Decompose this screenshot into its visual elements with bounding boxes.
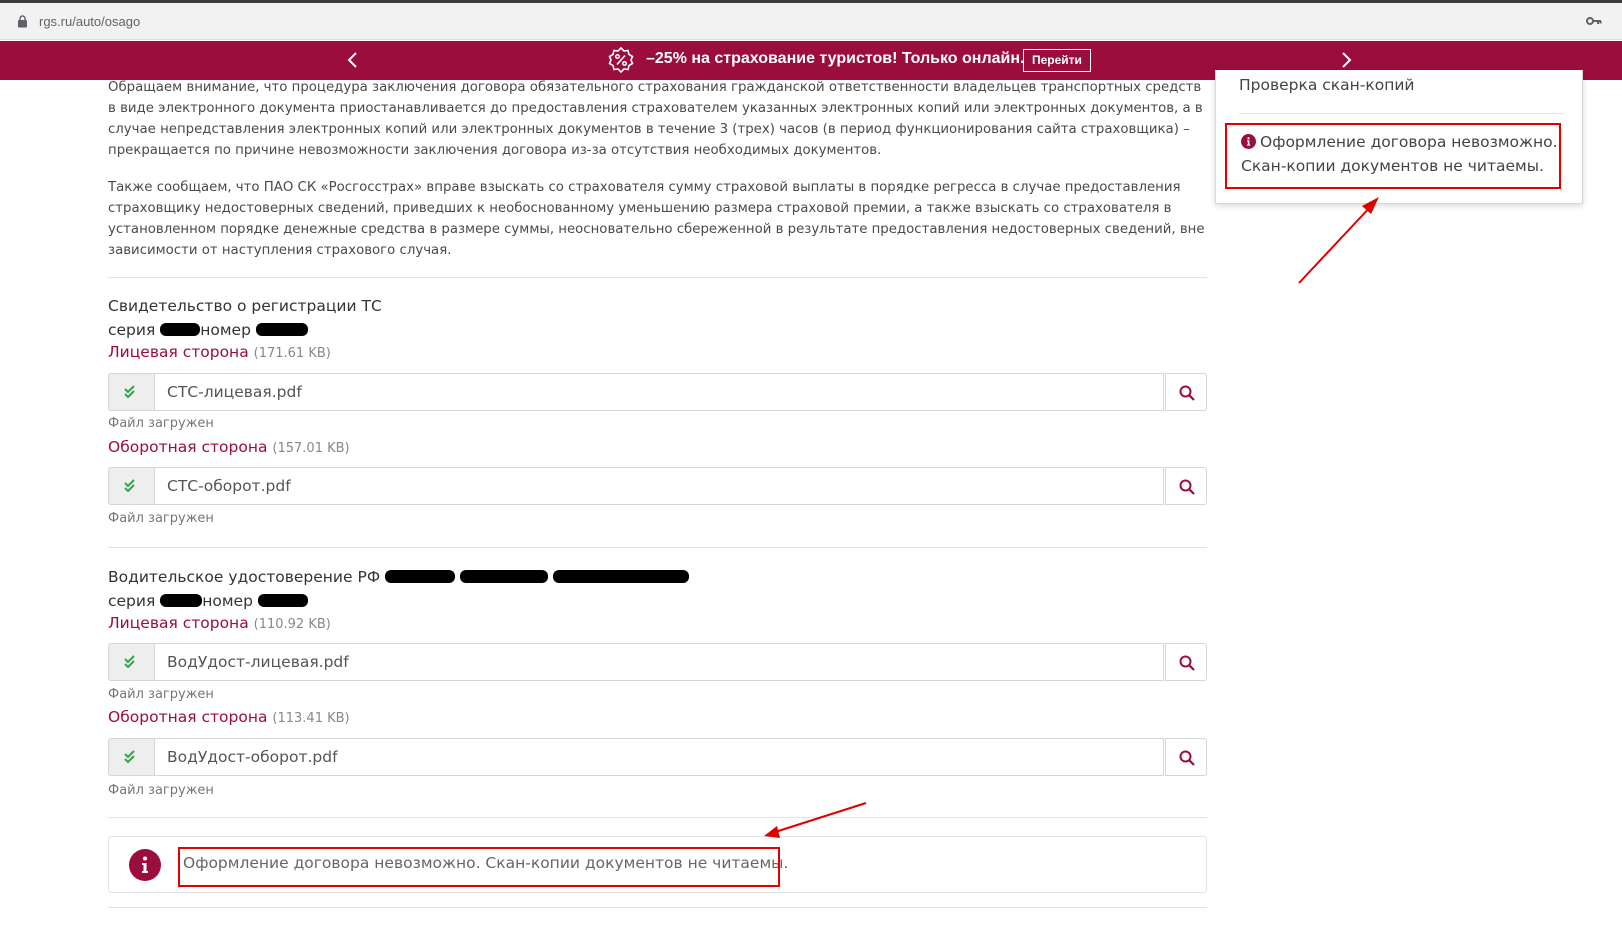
redacted-series xyxy=(160,323,201,336)
file-size: (157.01 KB) xyxy=(272,441,350,456)
back-side-link-sts[interactable]: Оборотная сторона (157.01 KB) xyxy=(108,438,350,456)
file-status: Файл загружен xyxy=(108,416,214,431)
file-row-license-back: ВодУдост-оборот.pdf xyxy=(108,738,1207,776)
file-uploaded-indicator xyxy=(108,467,154,505)
double-check-icon xyxy=(124,750,135,764)
file-name-field[interactable]: ВодУдост-оборот.pdf xyxy=(154,738,1164,776)
discount-badge-icon xyxy=(608,47,634,73)
file-row-sts-back: СТС-оборот.pdf xyxy=(108,467,1207,505)
document-title-text: Водительское удостоверение РФ xyxy=(108,568,381,586)
info-icon xyxy=(129,849,161,881)
chevron-right-icon[interactable] xyxy=(1336,49,1356,71)
redacted-number xyxy=(255,323,308,336)
number-label: номер xyxy=(200,321,251,339)
redacted-field xyxy=(460,570,549,583)
annotation-arrow-panel xyxy=(1298,197,1379,284)
file-status: Файл загружен xyxy=(108,783,214,798)
search-icon xyxy=(1179,750,1195,766)
view-file-button[interactable] xyxy=(1165,467,1207,505)
number-label: номер xyxy=(202,592,253,610)
redacted-number xyxy=(257,594,308,607)
section-divider xyxy=(108,547,1207,548)
section-divider xyxy=(108,907,1207,908)
key-icon[interactable] xyxy=(1586,16,1602,26)
view-file-button[interactable] xyxy=(1165,738,1207,776)
annotation-highlight-error xyxy=(178,847,780,887)
document-title-text: Свидетельство о регистрации ТС xyxy=(108,297,382,315)
file-name-field[interactable]: СТС-лицевая.pdf xyxy=(154,373,1164,411)
redacted-field xyxy=(552,570,689,583)
back-side-label[interactable]: Оборотная сторона xyxy=(108,438,267,456)
file-name-field[interactable]: ВодУдост-лицевая.pdf xyxy=(154,643,1164,681)
search-icon xyxy=(1179,655,1195,671)
document-title-sts: Свидетельство о регистрации ТС серия ном… xyxy=(108,294,382,342)
file-status: Файл загружен xyxy=(108,511,214,526)
chevron-left-icon[interactable] xyxy=(343,49,363,71)
file-size: (171.61 KB) xyxy=(253,346,331,361)
redacted-field xyxy=(385,570,456,583)
double-check-icon xyxy=(124,385,135,399)
file-status: Файл загружен xyxy=(108,687,214,702)
double-check-icon xyxy=(124,479,135,493)
annotation-highlight-panel xyxy=(1225,123,1561,189)
address-bar[interactable]: rgs.ru/auto/osago xyxy=(0,3,1622,40)
lock-icon xyxy=(18,15,27,28)
file-size: (113.41 KB) xyxy=(272,711,350,726)
view-file-button[interactable] xyxy=(1165,373,1207,411)
back-side-link-license[interactable]: Оборотная сторона (113.41 KB) xyxy=(108,708,350,726)
section-divider xyxy=(108,817,1207,818)
file-row-license-front: ВодУдост-лицевая.pdf xyxy=(108,643,1207,681)
front-side-link-sts[interactable]: Лицевая сторона (171.61 KB) xyxy=(108,343,331,361)
file-uploaded-indicator xyxy=(108,738,154,776)
file-size: (110.92 KB) xyxy=(253,617,331,632)
document-title-license: Водительское удостоверение РФ серия номе… xyxy=(108,565,689,613)
notice-paragraph-1: Обращаем внимание, что процедура заключе… xyxy=(108,80,1203,158)
front-side-label[interactable]: Лицевая сторона xyxy=(108,343,249,361)
promo-go-button[interactable]: Перейти xyxy=(1023,49,1091,72)
search-icon xyxy=(1179,385,1195,401)
front-side-link-license[interactable]: Лицевая сторона (110.92 KB) xyxy=(108,614,331,632)
section-divider xyxy=(108,277,1207,278)
file-uploaded-indicator xyxy=(108,373,154,411)
url-text[interactable]: rgs.ru/auto/osago xyxy=(39,14,140,29)
search-icon xyxy=(1179,479,1195,495)
double-check-icon xyxy=(124,655,135,669)
series-label: серия xyxy=(108,321,156,339)
file-uploaded-indicator xyxy=(108,643,154,681)
series-label: серия xyxy=(108,592,156,610)
notice-paragraph-2: Также сообщаем, что ПАО СК «Росгосстрах»… xyxy=(108,180,1205,258)
panel-title: Проверка скан-копий xyxy=(1239,76,1415,94)
redacted-series xyxy=(160,594,203,607)
file-name-field[interactable]: СТС-оборот.pdf xyxy=(154,467,1164,505)
promo-text: –25% на страхование туристов! Только онл… xyxy=(646,50,1025,67)
file-row-sts-front: СТС-лицевая.pdf xyxy=(108,373,1207,411)
annotation-arrow-error xyxy=(764,802,867,838)
front-side-label[interactable]: Лицевая сторона xyxy=(108,614,249,632)
back-side-label[interactable]: Оборотная сторона xyxy=(108,708,267,726)
view-file-button[interactable] xyxy=(1165,643,1207,681)
panel-divider xyxy=(1239,113,1564,114)
